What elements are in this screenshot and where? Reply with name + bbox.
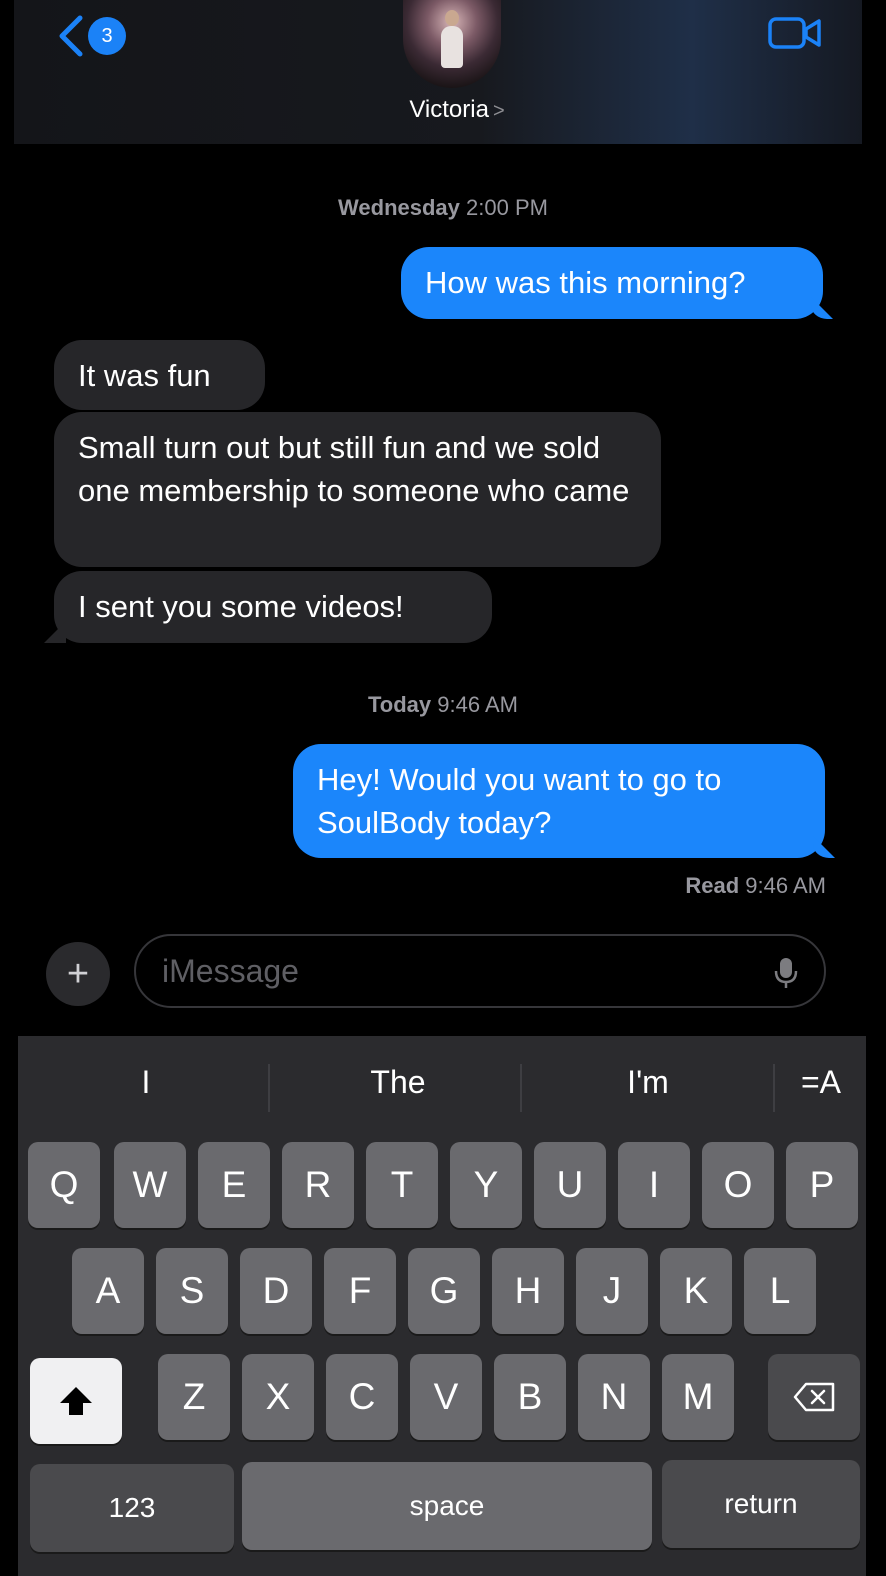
- timestamp-today: Today 9:46 AM: [368, 692, 518, 717]
- key-m[interactable]: M: [662, 1354, 734, 1440]
- suggestion-item[interactable]: The: [348, 1064, 448, 1101]
- back-button[interactable]: 3: [56, 14, 126, 58]
- key-l[interactable]: L: [744, 1248, 816, 1334]
- message-received[interactable]: It was fun: [54, 340, 265, 410]
- key-x[interactable]: X: [242, 1354, 314, 1440]
- divider: [520, 1064, 522, 1112]
- key-f[interactable]: F: [324, 1248, 396, 1334]
- key-c[interactable]: C: [326, 1354, 398, 1440]
- delete-key[interactable]: [768, 1354, 860, 1440]
- message-sent[interactable]: Hey! Would you want to go to SoulBody to…: [293, 744, 825, 858]
- key-k[interactable]: K: [660, 1248, 732, 1334]
- contact-avatar[interactable]: [403, 0, 501, 88]
- video-camera-icon: [768, 17, 821, 49]
- key-w[interactable]: W: [114, 1142, 186, 1228]
- contact-name-link[interactable]: Victoria >: [14, 96, 886, 124]
- read-receipt: Read 9:46 AM: [685, 873, 826, 898]
- key-g[interactable]: G: [408, 1248, 480, 1334]
- numbers-key[interactable]: 123: [30, 1464, 234, 1552]
- message-received[interactable]: Small turn out but still fun and we sold…: [54, 412, 661, 567]
- message-sent[interactable]: How was this morning?: [401, 247, 823, 319]
- key-u[interactable]: U: [534, 1142, 606, 1228]
- keyboard: I The I'm =A Q W E R T Y U I O P A S D F…: [18, 1036, 866, 1576]
- backspace-icon: [793, 1382, 835, 1412]
- key-z[interactable]: Z: [158, 1354, 230, 1440]
- key-o[interactable]: O: [702, 1142, 774, 1228]
- key-t[interactable]: T: [366, 1142, 438, 1228]
- suggestion-item[interactable]: I'm: [598, 1064, 698, 1101]
- conversation-header: 3 Victoria >: [14, 0, 862, 144]
- chevron-right-icon: >: [492, 100, 505, 122]
- key-r[interactable]: R: [282, 1142, 354, 1228]
- return-key[interactable]: return: [662, 1460, 860, 1548]
- plus-button[interactable]: +: [46, 942, 110, 1006]
- key-i[interactable]: I: [618, 1142, 690, 1228]
- shift-icon: [60, 1387, 92, 1415]
- timestamp-wednesday: Wednesday 2:00 PM: [338, 195, 548, 220]
- key-e[interactable]: E: [198, 1142, 270, 1228]
- unread-count-badge: 3: [88, 17, 126, 55]
- text-format-icon[interactable]: =A: [796, 1064, 846, 1101]
- message-received[interactable]: I sent you some videos!: [54, 571, 492, 643]
- contact-name: Victoria: [409, 96, 489, 123]
- predictive-bar: I The I'm =A: [18, 1036, 866, 1136]
- space-key[interactable]: space: [242, 1462, 652, 1550]
- key-v[interactable]: V: [410, 1354, 482, 1440]
- suggestion-item[interactable]: I: [122, 1064, 170, 1101]
- divider: [268, 1064, 270, 1112]
- key-h[interactable]: H: [492, 1248, 564, 1334]
- key-y[interactable]: Y: [450, 1142, 522, 1228]
- key-j[interactable]: J: [576, 1248, 648, 1334]
- shift-key[interactable]: [30, 1358, 122, 1444]
- key-q[interactable]: Q: [28, 1142, 100, 1228]
- key-a[interactable]: A: [72, 1248, 144, 1334]
- facetime-video-button[interactable]: [768, 16, 822, 55]
- microphone-icon[interactable]: [774, 956, 798, 990]
- input-placeholder: iMessage: [162, 952, 299, 989]
- key-n[interactable]: N: [578, 1354, 650, 1440]
- imessage-input[interactable]: iMessage: [134, 934, 826, 1008]
- key-b[interactable]: B: [494, 1354, 566, 1440]
- key-d[interactable]: D: [240, 1248, 312, 1334]
- key-p[interactable]: P: [786, 1142, 858, 1228]
- chevron-left-icon: [59, 15, 83, 57]
- key-s[interactable]: S: [156, 1248, 228, 1334]
- divider: [773, 1064, 775, 1112]
